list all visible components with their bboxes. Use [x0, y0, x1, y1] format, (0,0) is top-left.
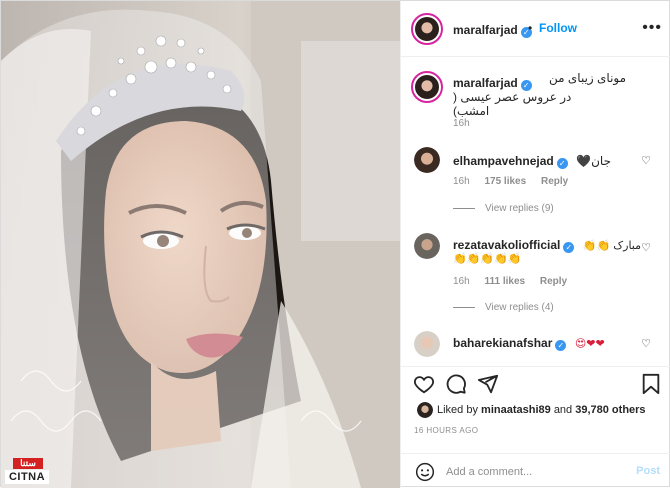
author-avatar[interactable]: [411, 13, 443, 45]
liker-avatar[interactable]: [417, 402, 433, 418]
comment-text: 😍❤❤: [574, 338, 605, 350]
commenter-avatar[interactable]: [414, 331, 440, 357]
share-icon[interactable]: [477, 373, 499, 400]
comment-item: baharekianafshar ✓ 😍❤❤ ♡: [401, 328, 670, 366]
comment-text: مبارک 👏👏: [582, 240, 642, 252]
comment-text-continued: 👏👏👏👏👏: [453, 253, 522, 265]
comment-item: rezatavakoliofficial ✓ مبارک 👏👏 👏👏👏👏👏 ♡ 1…: [401, 230, 670, 320]
emoji-icon[interactable]: [415, 462, 435, 487]
add-comment-input[interactable]: [446, 463, 626, 481]
reply-button[interactable]: Reply: [541, 176, 568, 187]
likes-summary: Liked by minaatashi89 and 39,780 others: [437, 404, 646, 416]
comment-item: elhampavehnejad ✓ جان🖤 ♡ 16h 175 likes Re…: [401, 144, 670, 224]
post-actions: Liked by minaatashi89 and 39,780 others …: [401, 366, 670, 488]
comment-meta: 16h 175 likes Reply: [453, 176, 580, 187]
verified-badge-icon: ✓: [555, 340, 567, 351]
instagram-post: ستنا CITNA maralfarjad ✓ • Follow ••• ma…: [0, 0, 670, 488]
commenter-username[interactable]: elhampavehnejad: [453, 154, 554, 168]
caption-line-2: در عروس عصر عیسی ( امشب): [453, 90, 572, 118]
like-comment-heart-icon[interactable]: ♡: [641, 241, 651, 254]
view-replies-button[interactable]: View replies (9): [453, 203, 554, 214]
caption-avatar[interactable]: [411, 71, 443, 103]
caption: maralfarjad ✓ مونای زیبای من در عروس عصر …: [401, 58, 670, 138]
view-replies-button[interactable]: View replies (4): [453, 302, 554, 313]
comment-likes[interactable]: 175 likes: [484, 176, 526, 187]
bride-portrait-image: [1, 1, 400, 488]
like-comment-heart-icon[interactable]: ♡: [641, 337, 651, 350]
post-side-panel: maralfarjad ✓ • Follow ••• maralfarjad ✓ م…: [400, 1, 670, 488]
commenter-avatar[interactable]: [414, 147, 440, 173]
verified-badge-icon: ✓: [556, 158, 568, 169]
reply-button[interactable]: Reply: [540, 276, 567, 287]
comment-text: جان🖤: [576, 154, 611, 168]
commenter-avatar[interactable]: [414, 233, 440, 259]
commenter-username[interactable]: rezatavakoliofficial: [453, 238, 560, 252]
bookmark-icon[interactable]: [641, 373, 661, 400]
comment-time: 16h: [453, 176, 470, 187]
add-comment-bar: Post: [401, 453, 670, 489]
caption-username[interactable]: maralfarjad: [453, 76, 518, 90]
comment-icon[interactable]: [445, 373, 467, 400]
post-comment-button[interactable]: Post: [636, 465, 660, 477]
caption-line-1: مونای زیبای من: [549, 71, 627, 85]
liker-username[interactable]: minaatashi89: [481, 404, 551, 416]
header-separator: •: [528, 21, 533, 35]
comment-body: baharekianafshar ✓ 😍❤❤: [453, 334, 653, 352]
like-comment-heart-icon[interactable]: ♡: [641, 154, 651, 167]
caption-time: 16h: [453, 118, 470, 129]
heart-icon[interactable]: [413, 373, 435, 400]
watermark-badge: ستنا: [13, 458, 43, 469]
comments-list[interactable]: maralfarjad ✓ مونای زیبای من در عروس عصر …: [401, 58, 670, 366]
follow-button[interactable]: Follow: [539, 21, 577, 35]
post-header: maralfarjad ✓ • Follow •••: [401, 1, 670, 57]
comment-meta: 16h 111 likes Reply: [453, 276, 579, 287]
ellipsis-icon[interactable]: •••: [642, 19, 662, 37]
post-timestamp[interactable]: 16 HOURS AGO: [414, 426, 478, 435]
comment-likes[interactable]: 111 likes: [484, 276, 525, 287]
post-photo[interactable]: ستنا CITNA: [1, 1, 400, 488]
verified-badge-icon: ✓: [563, 242, 575, 253]
author-username[interactable]: maralfarjad: [453, 23, 518, 37]
author-name-row: maralfarjad ✓: [453, 21, 532, 39]
comment-time: 16h: [453, 276, 470, 287]
citna-watermark: ستنا CITNA: [5, 458, 49, 484]
watermark-text: CITNA: [5, 470, 49, 484]
comment-body: elhampavehnejad ✓ جان🖤: [453, 152, 643, 170]
likes-prefix: Liked by: [437, 404, 478, 416]
likes-and: and: [553, 404, 573, 416]
commenter-username[interactable]: baharekianafshar: [453, 336, 552, 350]
likes-count[interactable]: 39,780 others: [575, 404, 645, 416]
